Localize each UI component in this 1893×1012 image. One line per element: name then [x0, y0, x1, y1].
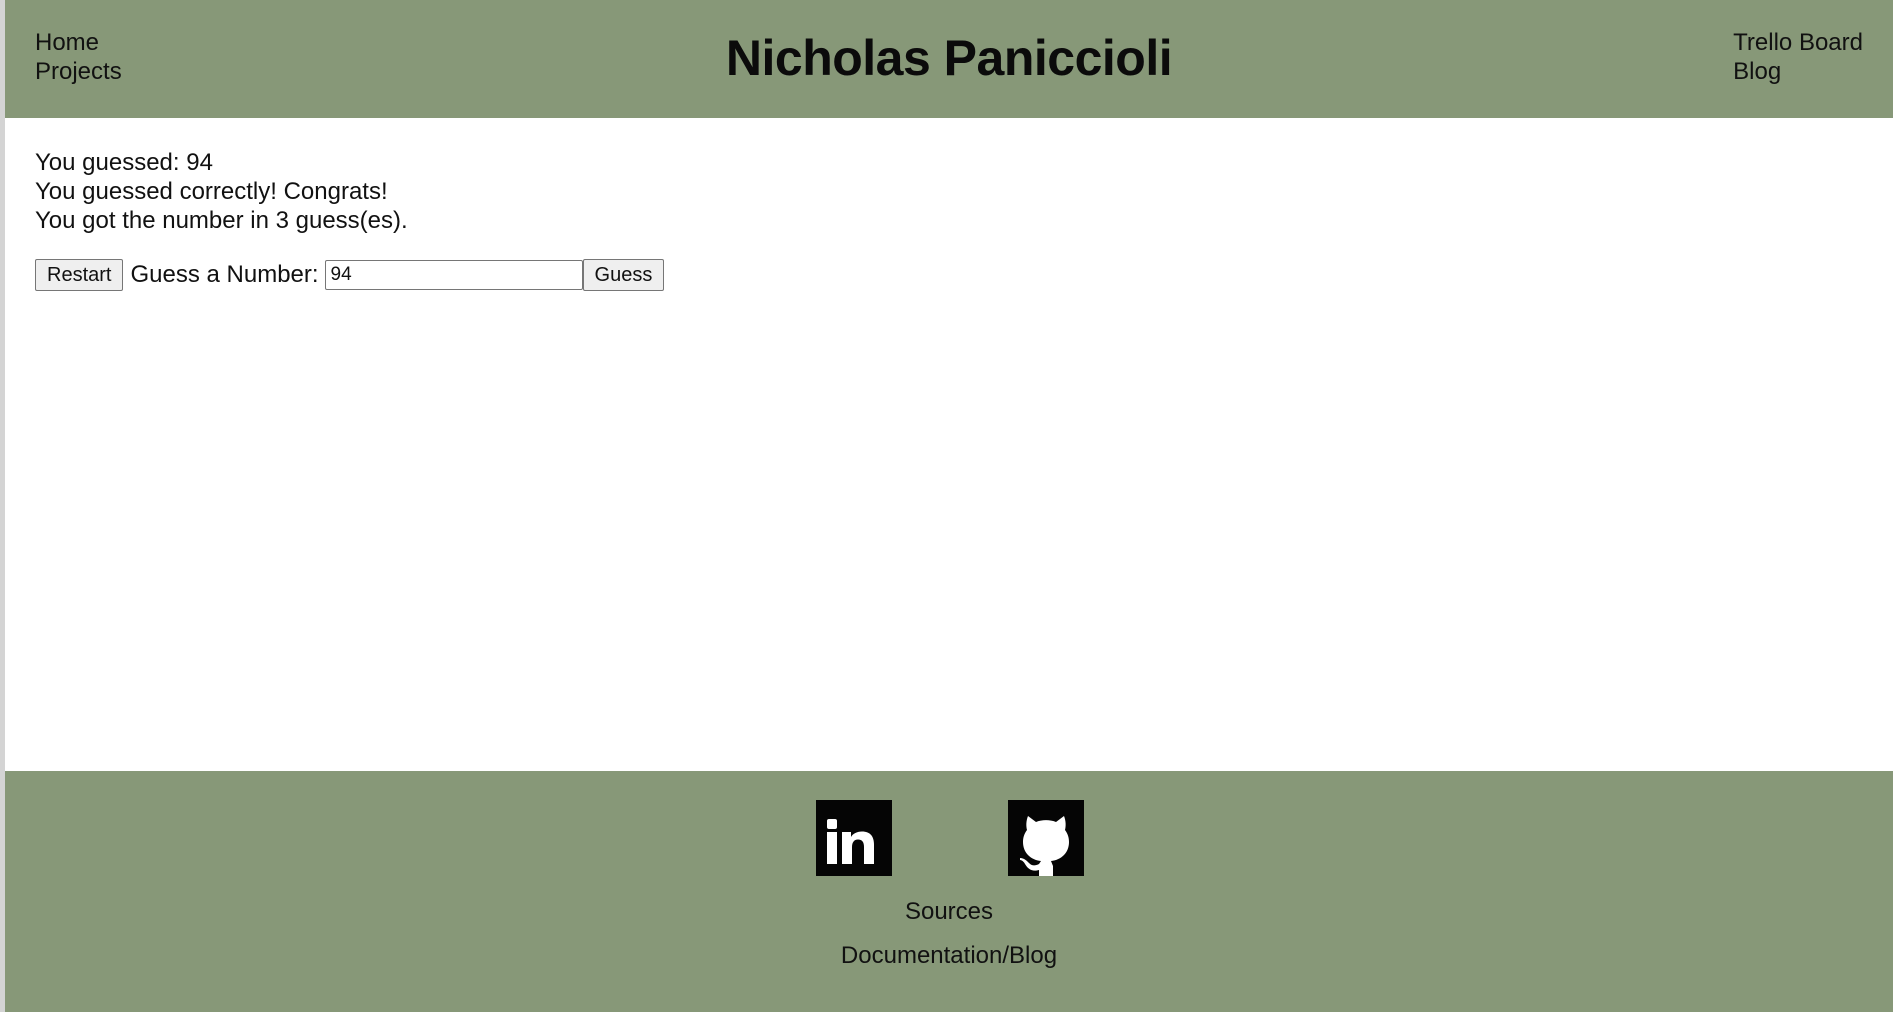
result-message: You guessed correctly! Congrats! — [35, 178, 388, 205]
guess-button[interactable]: Guess — [582, 259, 665, 291]
github-icon[interactable] — [1008, 800, 1084, 876]
social-icons — [5, 800, 1893, 876]
nav-left: Home Projects — [35, 28, 122, 86]
footer-link-sources[interactable]: Sources — [5, 897, 1893, 926]
nav-right: Trello Board Blog — [1733, 28, 1863, 86]
guess-input[interactable] — [324, 260, 583, 290]
site-header: Home Projects Nicholas Paniccioli Trello… — [5, 0, 1893, 118]
restart-button[interactable]: Restart — [35, 259, 124, 291]
guess-count-message: You got the number in 3 guess(es). — [35, 207, 408, 234]
guess-game: You guessed: 94 You guessed correctly! C… — [35, 148, 665, 291]
guess-label: Guess a Number: — [130, 261, 319, 288]
page: Home Projects Nicholas Paniccioli Trello… — [0, 0, 1893, 1012]
guess-controls: Restart Guess a Number: Guess — [35, 259, 665, 291]
site-title: Nicholas Paniccioli — [725, 30, 1173, 86]
nav-link-trello-board[interactable]: Trello Board — [1733, 28, 1863, 57]
nav-link-projects[interactable]: Projects — [35, 57, 122, 86]
linkedin-icon[interactable] — [816, 800, 892, 876]
nav-link-home[interactable]: Home — [35, 28, 122, 57]
last-guess-message: You guessed: 94 — [35, 149, 213, 176]
site-footer: Sources Documentation/Blog — [5, 771, 1893, 1012]
nav-link-blog[interactable]: Blog — [1733, 57, 1863, 86]
footer-link-documentation-blog[interactable]: Documentation/Blog — [5, 941, 1893, 970]
